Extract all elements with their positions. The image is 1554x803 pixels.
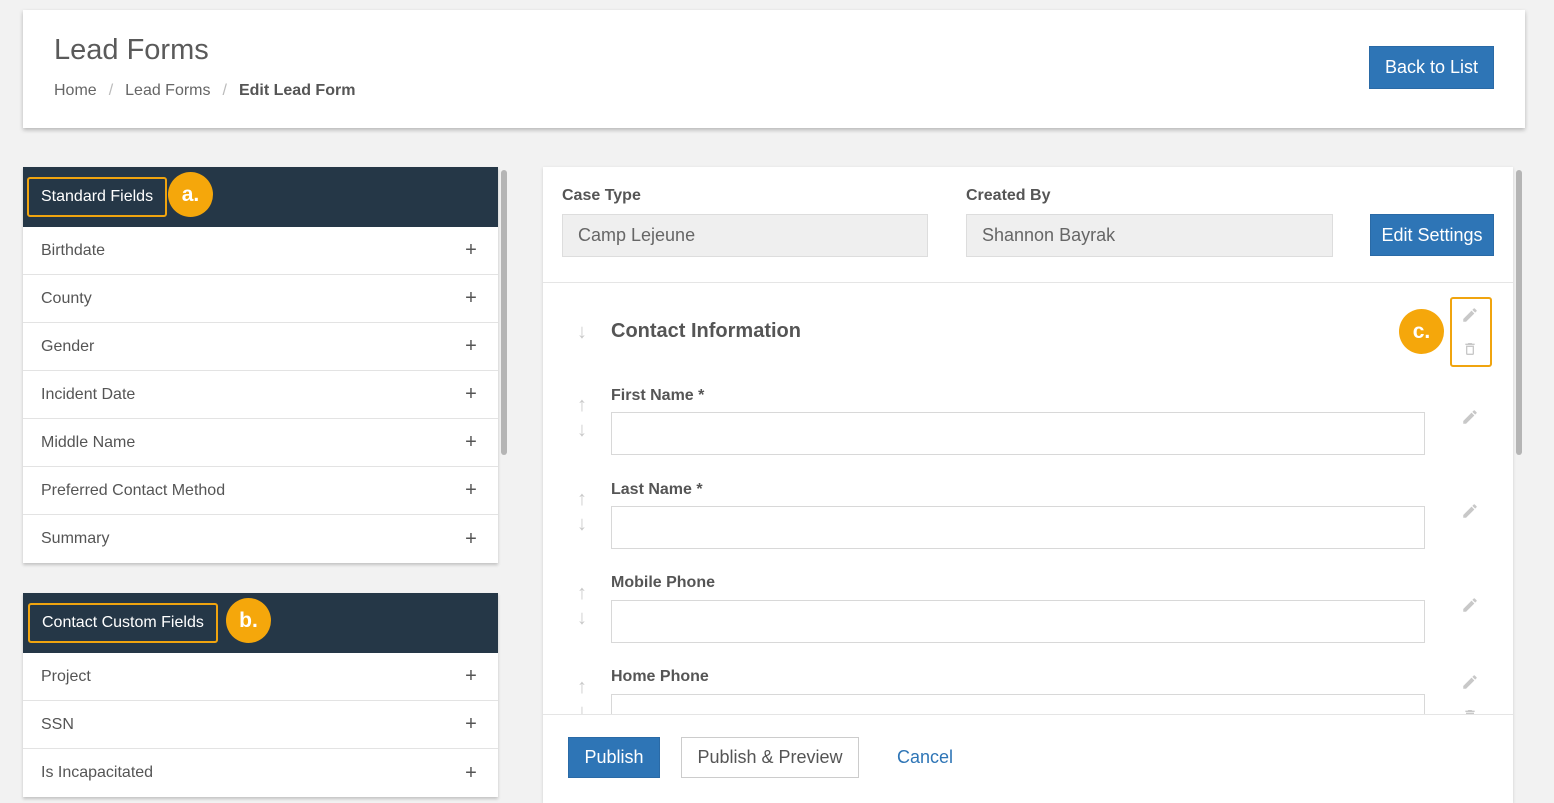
field-library: Standard Fields a. Birthdate + County + Ge… (23, 167, 498, 797)
page-header: Lead Forms Home / Lead Forms / Edit Lead… (23, 10, 1525, 128)
list-item[interactable]: Incident Date + (23, 371, 498, 419)
plus-icon[interactable]: + (462, 665, 480, 688)
field-name: County (41, 289, 92, 307)
form-builder: ↓ Contact Information c. ↑ ↓ First Name … (543, 284, 1513, 714)
last-name-label: Last Name * (611, 481, 703, 498)
cancel-link[interactable]: Cancel (897, 737, 953, 778)
annotation-badge-c: c. (1399, 309, 1444, 354)
mobile-phone-field[interactable] (611, 600, 1425, 643)
home-phone-field[interactable] (611, 694, 1425, 714)
left-scrollbar[interactable] (501, 170, 507, 455)
list-item[interactable]: Middle Name + (23, 419, 498, 467)
publish-preview-button[interactable]: Publish & Preview (681, 737, 859, 778)
plus-icon[interactable]: + (462, 239, 480, 262)
move-up-icon[interactable]: ↑ (577, 583, 587, 603)
contact-custom-fields-list: Project + SSN + Is Incapacitated + (23, 653, 498, 797)
standard-fields-list: Birthdate + County + Gender + Incident Date… (23, 227, 498, 563)
contact-custom-fields-title: Contact Custom Fields (28, 603, 218, 643)
plus-icon[interactable]: + (462, 287, 480, 310)
move-up-icon[interactable]: ↑ (577, 395, 587, 415)
field-name: Gender (41, 337, 95, 355)
field-name: Preferred Contact Method (41, 481, 226, 499)
move-down-icon[interactable]: ↓ (577, 322, 587, 342)
move-down-icon[interactable]: ↓ (577, 514, 587, 534)
first-name-field[interactable] (611, 412, 1425, 455)
form-footer: Publish Publish & Preview Cancel (543, 714, 1513, 803)
breadcrumb-lead-forms[interactable]: Lead Forms (125, 82, 210, 100)
list-item[interactable]: County + (23, 275, 498, 323)
move-down-icon[interactable]: ↓ (577, 702, 587, 714)
breadcrumb-separator: / (222, 82, 227, 99)
section-title: Contact Information (611, 320, 801, 342)
first-name-label: First Name * (611, 387, 705, 404)
list-item[interactable]: Birthdate + (23, 227, 498, 275)
plus-icon[interactable]: + (462, 383, 480, 406)
form-settings: Case Type Camp Lejeune Created By Shanno… (543, 167, 1513, 283)
list-item[interactable]: Preferred Contact Method + (23, 467, 498, 515)
standard-fields-header: Standard Fields a. (23, 167, 498, 227)
trash-icon[interactable] (1462, 707, 1478, 714)
breadcrumb-separator: / (108, 82, 114, 99)
right-scrollbar[interactable] (1516, 170, 1522, 455)
field-name: SSN (41, 715, 74, 733)
annotation-badge-b: b. (226, 598, 271, 643)
plus-icon[interactable]: + (462, 528, 480, 551)
plus-icon[interactable]: + (462, 479, 480, 502)
list-item[interactable]: Gender + (23, 323, 498, 371)
last-name-field[interactable] (611, 506, 1425, 549)
created-by-field: Shannon Bayrak (966, 214, 1333, 257)
case-type-label: Case Type (562, 187, 641, 204)
field-name: Middle Name (41, 433, 136, 451)
list-item[interactable]: SSN + (23, 701, 498, 749)
plus-icon[interactable]: + (462, 335, 480, 358)
field-name: Birthdate (41, 241, 106, 259)
created-by-label: Created By (966, 187, 1051, 204)
pencil-icon[interactable] (1461, 306, 1479, 324)
publish-button[interactable]: Publish (568, 737, 660, 778)
form-editor: Case Type Camp Lejeune Created By Shanno… (543, 167, 1513, 803)
field-name: Summary (41, 530, 110, 547)
field-name: Is Incapacitated (41, 764, 154, 781)
field-name: Incident Date (41, 385, 136, 403)
mobile-phone-label: Mobile Phone (611, 574, 715, 591)
breadcrumb-current: Edit Lead Form (238, 82, 356, 99)
plus-icon[interactable]: + (462, 762, 480, 785)
annotation-badge-a: a. (168, 172, 213, 217)
pencil-icon[interactable] (1461, 673, 1479, 691)
page-title: Lead Forms (54, 34, 209, 66)
pencil-icon[interactable] (1461, 502, 1479, 520)
breadcrumb: Home / Lead Forms / Edit Lead Form (54, 82, 355, 100)
field-name: Project (41, 667, 91, 685)
move-down-icon[interactable]: ↓ (577, 420, 587, 440)
edit-settings-button[interactable]: Edit Settings (1370, 214, 1494, 256)
move-up-icon[interactable]: ↑ (577, 677, 587, 697)
contact-custom-fields-header: Contact Custom Fields b. (23, 593, 498, 653)
back-to-list-button[interactable]: Back to List (1369, 46, 1494, 89)
move-up-icon[interactable]: ↑ (577, 489, 587, 509)
move-down-icon[interactable]: ↓ (577, 608, 587, 628)
list-item[interactable]: Project + (23, 653, 498, 701)
home-phone-label: Home Phone (611, 668, 709, 685)
trash-icon[interactable] (1462, 340, 1478, 358)
pencil-icon[interactable] (1461, 596, 1479, 614)
list-item[interactable]: Is Incapacitated + (23, 749, 498, 797)
standard-fields-title: Standard Fields (27, 177, 168, 217)
standard-fields-panel: Standard Fields a. Birthdate + County + Ge… (23, 167, 498, 563)
plus-icon[interactable]: + (462, 713, 480, 736)
pencil-icon[interactable] (1461, 408, 1479, 426)
case-type-field: Camp Lejeune (562, 214, 928, 257)
list-item[interactable]: Summary + (23, 515, 498, 563)
contact-custom-fields-panel: Contact Custom Fields b. Project + SSN + I… (23, 593, 498, 797)
breadcrumb-home[interactable]: Home (54, 82, 97, 100)
plus-icon[interactable]: + (462, 431, 480, 454)
